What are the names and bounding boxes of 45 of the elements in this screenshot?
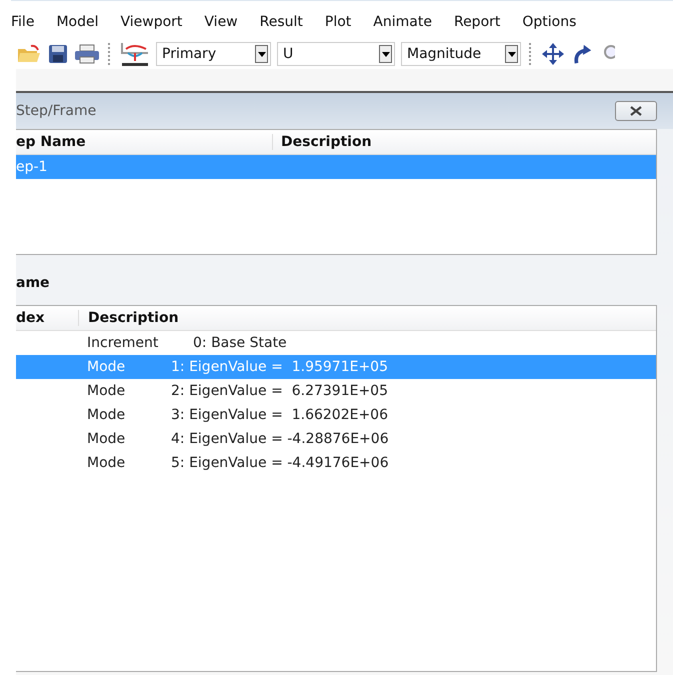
table-cell: 3: EigenValue = 1.66202E+06 xyxy=(171,407,388,423)
menu-item[interactable]: Report xyxy=(454,14,500,30)
column-header[interactable]: Description xyxy=(273,134,372,150)
table-cell: 4: EigenValue = -4.28876E+06 xyxy=(171,431,389,447)
table-cell-text: Mode xyxy=(87,455,126,471)
dropdown[interactable]: Magnitude xyxy=(401,42,521,66)
plot-state-icon[interactable] xyxy=(120,41,150,67)
dialog-title: Step/Frame xyxy=(16,103,96,119)
table-row[interactable]: Mode 3: EigenValue = 1.66202E+06 xyxy=(16,403,656,427)
table-row[interactable]: Mode 5: EigenValue = -4.49176E+06 xyxy=(16,451,656,475)
table-cell-text: Mode xyxy=(87,359,126,375)
column-header[interactable]: Description xyxy=(79,310,179,326)
table-cell-text: Mode xyxy=(87,383,126,399)
column-header[interactable]: dex xyxy=(16,310,79,326)
table-row[interactable]: Increment 0: Base State xyxy=(16,331,656,355)
table-row[interactable]: Mode 4: EigenValue = -4.28876E+06 xyxy=(16,427,656,451)
save-icon[interactable] xyxy=(48,44,68,64)
table-cell-text: Mode xyxy=(87,431,126,447)
table-row[interactable]: Mode 2: EigenValue = 6.27391E+05 xyxy=(16,379,656,403)
dropdown[interactable]: U xyxy=(277,42,395,66)
caret-icon xyxy=(508,52,516,56)
table-cell-text: Mode xyxy=(87,407,126,423)
table-cell: 1: EigenValue = 1.95971E+05 xyxy=(171,359,388,375)
table-cell: 5: EigenValue = -4.49176E+06 xyxy=(171,455,389,471)
move-icon[interactable] xyxy=(541,42,565,66)
menu-item[interactable]: Options xyxy=(522,14,576,30)
section-label: ame xyxy=(16,274,51,293)
menu-item[interactable]: View xyxy=(204,14,238,30)
column-header[interactable]: ep Name xyxy=(16,134,273,150)
table-cell: 2: EigenValue = 6.27391E+05 xyxy=(171,383,388,399)
print-icon[interactable] xyxy=(74,44,100,64)
table-cell: 0: Base State xyxy=(193,335,287,351)
close-icon xyxy=(630,106,642,116)
open-folder-icon[interactable] xyxy=(16,44,42,64)
caret-icon xyxy=(258,52,266,56)
menu-item[interactable]: Animate xyxy=(373,14,432,30)
menu-item[interactable]: File xyxy=(11,14,34,30)
menu-item[interactable]: Result xyxy=(260,14,303,30)
dropdown[interactable]: Primary xyxy=(156,42,271,66)
menu-item[interactable]: Plot xyxy=(324,14,352,30)
table-cell-text: Increment xyxy=(87,335,160,351)
menu-item[interactable]: Model xyxy=(56,14,98,30)
caret-icon xyxy=(382,52,390,56)
close-button[interactable] xyxy=(615,101,657,121)
menu-item[interactable]: Viewport xyxy=(120,14,182,30)
